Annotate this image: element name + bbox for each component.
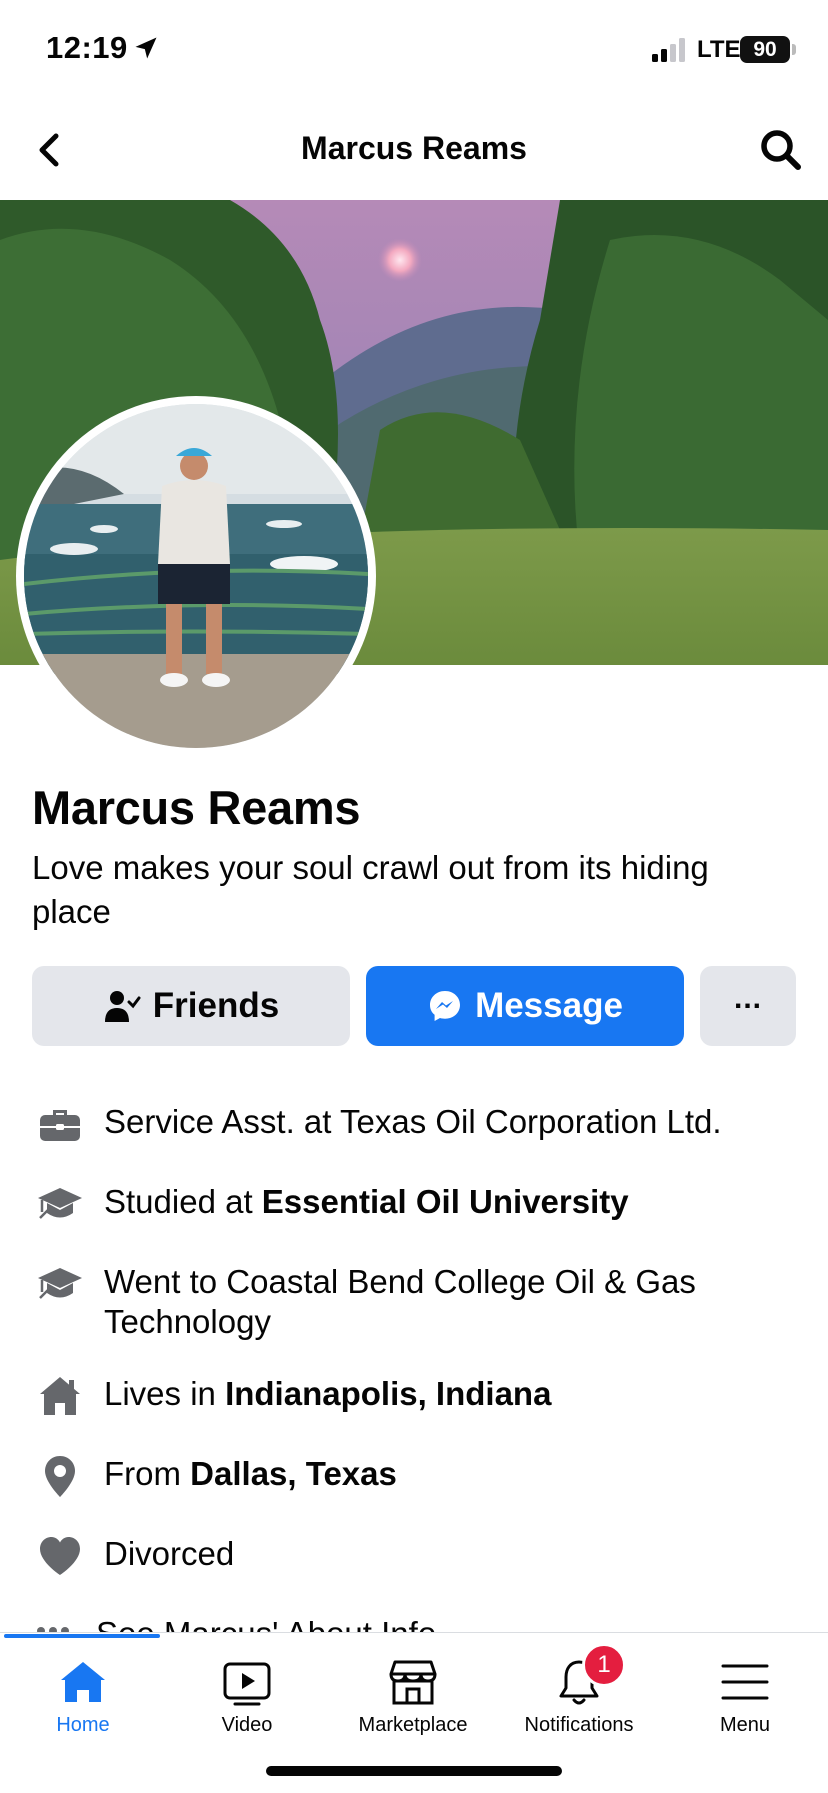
tab-menu-label: Menu — [719, 1714, 771, 1736]
info-from-text: From Dallas, Texas — [104, 1454, 804, 1494]
cellular-signal-icon — [652, 38, 685, 62]
search-icon[interactable] — [756, 125, 806, 175]
home-indicator — [266, 1766, 562, 1776]
active-tab-indicator — [4, 1634, 160, 1638]
hamburger-menu-icon — [721, 1664, 769, 1700]
status-bar: 12:19 LTE 90 — [0, 0, 828, 100]
info-relationship-text: Divorced — [104, 1535, 235, 1572]
tab-notifications[interactable]: Notifications — [496, 1652, 662, 1752]
friends-label: Friends — [152, 986, 280, 1025]
info-from-prefix: From — [104, 1455, 191, 1492]
tab-notifications-label: Notifications — [524, 1714, 634, 1736]
info-lives-city[interactable]: Indianapolis, Indiana — [225, 1375, 551, 1412]
tab-video[interactable]: Video — [164, 1652, 330, 1752]
heart-icon — [40, 1537, 80, 1575]
status-time: 12:19 — [46, 30, 128, 65]
friends-icon — [104, 991, 141, 1022]
messenger-icon — [430, 991, 461, 1021]
info-lives-prefix: Lives in — [104, 1375, 226, 1412]
marketplace-icon — [389, 1660, 437, 1705]
location-arrow-icon — [135, 37, 157, 59]
friends-button[interactable]: Friends — [32, 966, 350, 1046]
page-title: Marcus Reams — [301, 130, 527, 166]
graduation-cap-icon — [38, 1268, 82, 1299]
tab-marketplace-label: Marketplace — [358, 1714, 468, 1736]
battery-indicator: 90 — [740, 36, 790, 63]
briefcase-icon — [40, 1110, 80, 1141]
info-went-text: Went to Coastal Bend College Oil & Gas T… — [104, 1263, 696, 1340]
tab-menu[interactable]: Menu — [662, 1652, 828, 1752]
notifications-badge: 1 — [582, 1643, 626, 1687]
network-type: LTE — [697, 36, 741, 63]
info-studied-text: Studied at Essential Oil University — [104, 1182, 804, 1222]
message-label: Message — [475, 986, 623, 1025]
profile-bio: Love makes your soul crawl out from its … — [32, 849, 709, 930]
battery-tip — [792, 44, 796, 55]
profile-avatar[interactable] — [24, 404, 368, 748]
tab-marketplace[interactable]: Marketplace — [330, 1652, 496, 1752]
see-about-info-text: See Marcus' About Info — [96, 1615, 437, 1634]
info-studied-school[interactable]: Essential Oil University — [262, 1183, 629, 1220]
more-dots-icon: ... — [733, 982, 762, 1015]
profile-name: Marcus Reams — [32, 781, 361, 834]
house-icon — [40, 1377, 80, 1415]
location-pin-icon — [45, 1456, 75, 1497]
info-work-text: Service Asst. at Texas Oil Corporation L… — [104, 1103, 722, 1140]
video-icon — [223, 1662, 271, 1706]
info-lives-text: Lives in Indianapolis, Indiana — [104, 1374, 804, 1414]
graduation-cap-icon — [38, 1188, 82, 1219]
message-button[interactable]: Message — [366, 966, 684, 1046]
home-icon — [61, 1662, 105, 1702]
tab-video-label: Video — [221, 1714, 273, 1736]
tab-home-label: Home — [56, 1714, 110, 1736]
info-studied-prefix: Studied at — [104, 1183, 262, 1220]
see-about-info-row[interactable]: See Marcus' About Info — [0, 1600, 828, 1634]
info-from-city[interactable]: Dallas, Texas — [190, 1455, 397, 1492]
more-options-button[interactable]: ... — [700, 966, 796, 1046]
tab-home[interactable]: Home — [0, 1652, 166, 1752]
top-navigation: Marcus Reams — [0, 100, 828, 200]
